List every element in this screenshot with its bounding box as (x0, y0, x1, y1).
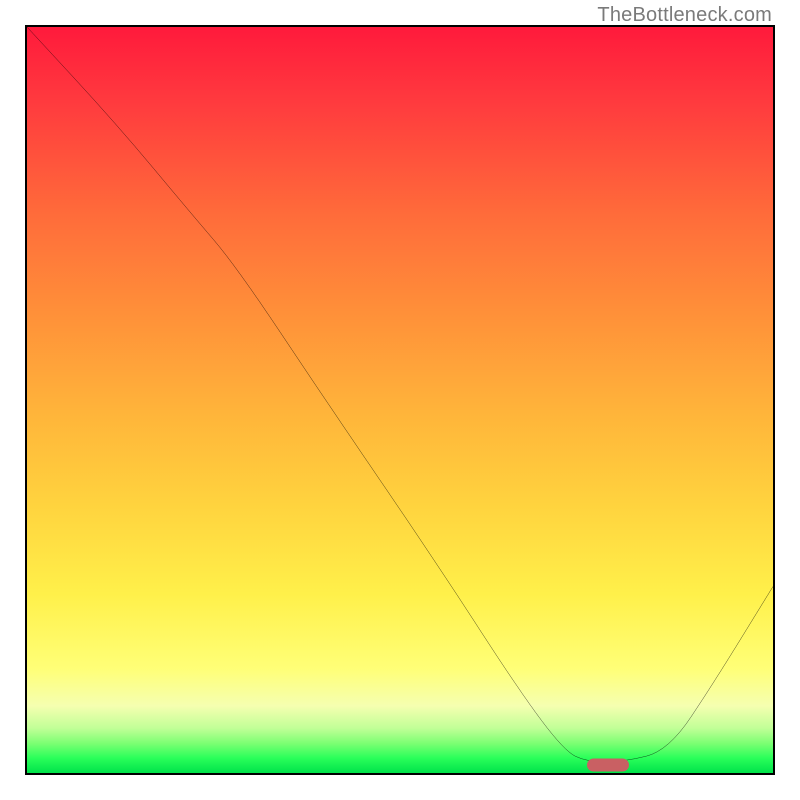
chart-frame: TheBottleneck.com (0, 0, 800, 800)
watermark-text: TheBottleneck.com (597, 4, 772, 27)
optimal-marker (587, 759, 629, 772)
bottleneck-curve (27, 27, 773, 773)
plot-area (25, 25, 775, 775)
